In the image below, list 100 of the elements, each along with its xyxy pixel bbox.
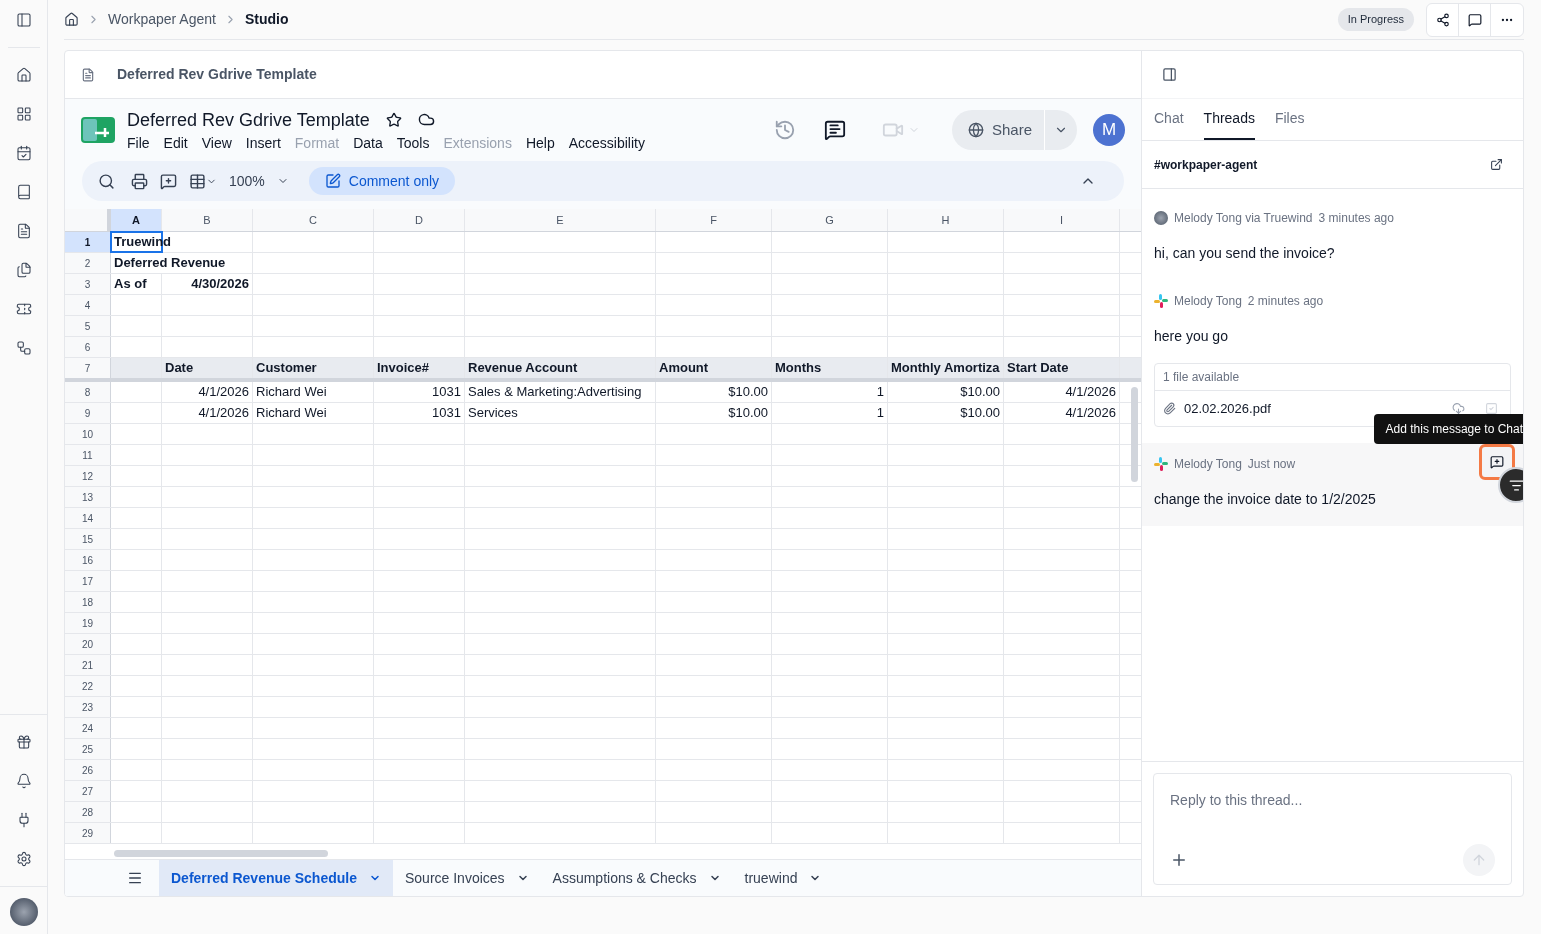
comments-icon[interactable]: [823, 119, 846, 141]
row-number[interactable]: 27: [65, 781, 111, 801]
table-icon[interactable]: [189, 172, 206, 190]
row-number[interactable]: 7: [65, 358, 111, 378]
row-number[interactable]: 6: [65, 337, 111, 357]
message-text: change the invoice date to 1/2/2025: [1154, 490, 1377, 509]
table-cell-text: 4/30/2026: [191, 275, 249, 294]
table-cell-text: Date: [165, 359, 194, 378]
document-title: Deferred Rev Gdrive Template: [117, 65, 317, 84]
menu-item[interactable]: Edit: [163, 132, 188, 153]
row-number[interactable]: 9: [65, 403, 111, 423]
menu-item[interactable]: Tools: [396, 132, 430, 153]
row-number[interactable]: 1: [65, 232, 111, 252]
row-number[interactable]: 23: [65, 697, 111, 717]
search-icon[interactable]: [98, 172, 115, 190]
row-number[interactable]: 26: [65, 760, 111, 780]
column-header[interactable]: G: [772, 209, 888, 231]
row-number[interactable]: 11: [65, 445, 111, 465]
spreadsheet-title[interactable]: Deferred Rev Gdrive Template: [127, 107, 370, 132]
table-cell-text: $10.00: [728, 404, 768, 423]
panel-toggle-icon[interactable]: [1162, 67, 1177, 82]
panel-tab[interactable]: Files: [1274, 99, 1305, 140]
column-header[interactable]: E: [465, 209, 656, 231]
row-number[interactable]: 28: [65, 802, 111, 822]
message-author: Melody Tong: [1174, 293, 1242, 310]
zoom-value[interactable]: 100%: [229, 170, 265, 192]
menu-item[interactable]: Insert: [245, 132, 281, 153]
sheet-tab[interactable]: truewind: [732, 860, 834, 896]
table-cell-text: Start Date: [1007, 359, 1069, 378]
row-number[interactable]: 3: [65, 274, 111, 294]
pen-icon: [324, 173, 341, 189]
row-number[interactable]: 17: [65, 571, 111, 591]
external-link-icon[interactable]: [1490, 158, 1503, 171]
sheet-tab[interactable]: Source Invoices: [392, 860, 541, 896]
row-number[interactable]: 18: [65, 592, 111, 612]
spreadsheet-logo: [81, 117, 115, 143]
cloud-icon[interactable]: [417, 111, 435, 128]
sheet-tab[interactable]: Deferred Revenue Schedule: [159, 860, 393, 896]
home-icon[interactable]: [64, 12, 79, 27]
panel-tab[interactable]: Threads: [1203, 99, 1255, 140]
row-number[interactable]: 24: [65, 718, 111, 738]
row-number[interactable]: 4: [65, 295, 111, 315]
row-number[interactable]: 10: [65, 424, 111, 444]
row-number[interactable]: 13: [65, 487, 111, 507]
panel-tab[interactable]: Chat: [1154, 99, 1184, 140]
add-comment-icon[interactable]: [160, 172, 177, 190]
table-cell-text: $10.00: [960, 383, 1000, 402]
column-header[interactable]: F: [656, 209, 772, 231]
row-number[interactable]: 20: [65, 634, 111, 654]
row-number[interactable]: 21: [65, 655, 111, 675]
row-number[interactable]: 29: [65, 823, 111, 843]
sheet-tab[interactable]: Assumptions & Checks: [540, 860, 733, 896]
row-number[interactable]: 22: [65, 676, 111, 696]
menu-item[interactable]: View: [201, 132, 232, 153]
column-header[interactable]: A: [111, 209, 162, 231]
comment-only-button[interactable]: Comment only: [308, 167, 456, 195]
user-avatar[interactable]: M: [1093, 114, 1125, 146]
message-text: here you go: [1154, 327, 1229, 346]
table-cell-text: Sales & Marketing:Advertising: [468, 383, 642, 402]
row-number[interactable]: 16: [65, 550, 111, 570]
add-to-chat-button[interactable]: [1479, 444, 1515, 480]
vertical-scrollbar[interactable]: [1131, 387, 1138, 482]
table-cell-text: 1031: [432, 383, 461, 402]
breadcrumb-link[interactable]: Workpaper Agent: [108, 9, 216, 30]
row-number[interactable]: 15: [65, 529, 111, 549]
row-number[interactable]: 12: [65, 466, 111, 486]
column-header[interactable]: D: [374, 209, 465, 231]
row-number[interactable]: 2: [65, 253, 111, 273]
column-header[interactable]: C: [253, 209, 374, 231]
table-cell-text: Amount: [659, 359, 709, 378]
row-number[interactable]: 5: [65, 316, 111, 336]
menu-item[interactable]: Data: [353, 132, 383, 153]
reply-field[interactable]: Reply to this thread...: [1170, 790, 1495, 811]
checkbox-icon[interactable]: [1485, 402, 1498, 415]
horizontal-scrollbar[interactable]: [114, 850, 328, 857]
star-icon[interactable]: [385, 111, 402, 128]
table-cell-text: Services: [468, 404, 518, 423]
user-avatar[interactable]: [9, 898, 38, 926]
row-number[interactable]: 19: [65, 613, 111, 633]
row-number[interactable]: 25: [65, 739, 111, 759]
table-cell-text: $10.00: [960, 404, 1000, 423]
row-number[interactable]: 8: [65, 382, 111, 402]
menu-item[interactable]: Help: [525, 132, 555, 153]
menu-item[interactable]: File: [127, 132, 150, 153]
breadcrumb-link[interactable]: Studio: [244, 9, 289, 30]
table-cell-text: 4/1/2026: [1065, 383, 1116, 402]
table-cell-text: 1: [876, 383, 884, 402]
menu-item[interactable]: Accessibility: [568, 132, 645, 153]
message-time: 3 minutes ago: [1318, 210, 1394, 227]
message-author: Melody Tong via Truewind: [1174, 210, 1313, 227]
column-header[interactable]: I: [1004, 209, 1120, 231]
column-header[interactable]: B: [162, 209, 253, 231]
add-icon[interactable]: [1170, 851, 1188, 869]
add-comment-icon: [1490, 455, 1504, 469]
download-icon[interactable]: [1452, 402, 1465, 415]
column-header[interactable]: H: [888, 209, 1004, 231]
table-cell-text: Revenue Account: [468, 359, 578, 378]
reply-box[interactable]: Reply to this thread...: [1153, 773, 1512, 885]
row-number[interactable]: 14: [65, 508, 111, 528]
print-icon[interactable]: [131, 172, 148, 190]
